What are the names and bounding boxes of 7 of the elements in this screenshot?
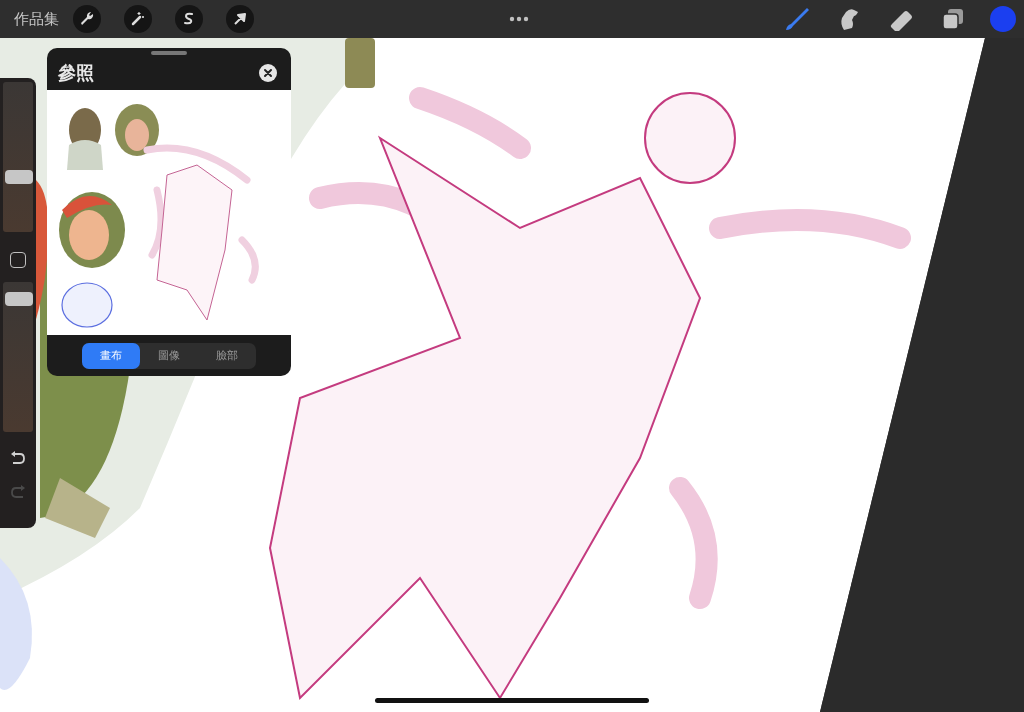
selection-button[interactable]: [175, 5, 203, 33]
more-icon[interactable]: [508, 16, 529, 22]
magic-wand-button[interactable]: [124, 5, 152, 33]
arrow-button[interactable]: [226, 5, 254, 33]
color-swatch[interactable]: [990, 6, 1016, 32]
gallery-link[interactable]: 作品集: [14, 9, 59, 29]
wrench-button[interactable]: [73, 5, 101, 33]
